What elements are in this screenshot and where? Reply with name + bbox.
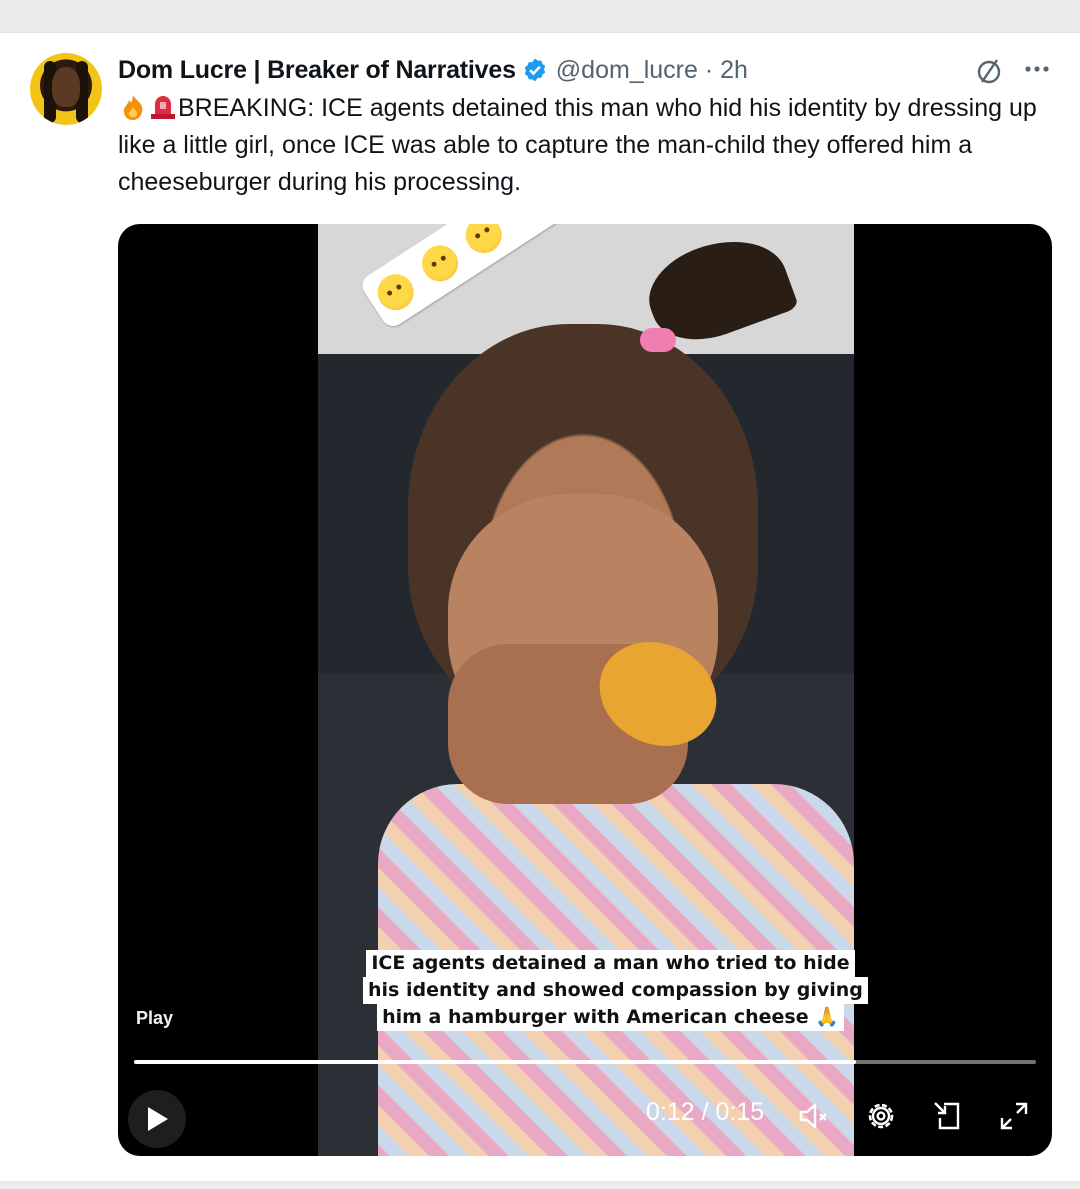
post-header: Dom Lucre | Breaker of Narratives @dom_l… bbox=[118, 54, 748, 86]
video-time: 0:12 / 0:15 bbox=[646, 1098, 765, 1126]
siren-emoji-icon bbox=[151, 96, 175, 119]
progress-bar[interactable] bbox=[134, 1060, 1036, 1064]
more-options-icon[interactable] bbox=[1022, 58, 1052, 80]
picture-in-picture-icon[interactable] bbox=[930, 1098, 966, 1134]
progress-fill bbox=[134, 1060, 856, 1064]
caption-line: him a hamburger with American cheese 🙏 bbox=[377, 1004, 844, 1031]
post-text-body: BREAKING: ICE agents detained this man w… bbox=[118, 94, 1037, 196]
worried-face-icon bbox=[414, 238, 465, 289]
scene-hair-bow bbox=[640, 328, 676, 352]
post-text: BREAKING: ICE agents detained this man w… bbox=[118, 90, 1068, 201]
play-button[interactable] bbox=[128, 1090, 186, 1148]
fullscreen-icon[interactable] bbox=[996, 1098, 1032, 1134]
video-caption: ICE agents detained a man who tried to h… bbox=[363, 950, 868, 1031]
author-name[interactable]: Dom Lucre | Breaker of Narratives bbox=[118, 56, 516, 85]
caption-line: his identity and showed compassion by gi… bbox=[363, 977, 868, 1004]
relieved-face-icon bbox=[370, 267, 421, 317]
play-icon bbox=[148, 1107, 168, 1131]
play-label: Play bbox=[136, 1008, 174, 1028]
avatar[interactable] bbox=[30, 53, 102, 125]
mute-icon[interactable] bbox=[796, 1098, 832, 1134]
author-handle-time[interactable]: @dom_lucre · 2h bbox=[556, 56, 748, 85]
slightly-smiling-face-icon bbox=[458, 224, 509, 260]
avatar-face bbox=[52, 67, 80, 107]
verified-badge-icon bbox=[522, 57, 548, 83]
settings-gear-icon[interactable] bbox=[863, 1098, 899, 1134]
fire-emoji-icon bbox=[124, 95, 143, 120]
caption-line: ICE agents detained a man who tried to h… bbox=[366, 950, 855, 977]
grok-icon[interactable] bbox=[975, 56, 1005, 86]
video-player[interactable]: ICE agents detained a man who tried to h… bbox=[118, 224, 1052, 1156]
